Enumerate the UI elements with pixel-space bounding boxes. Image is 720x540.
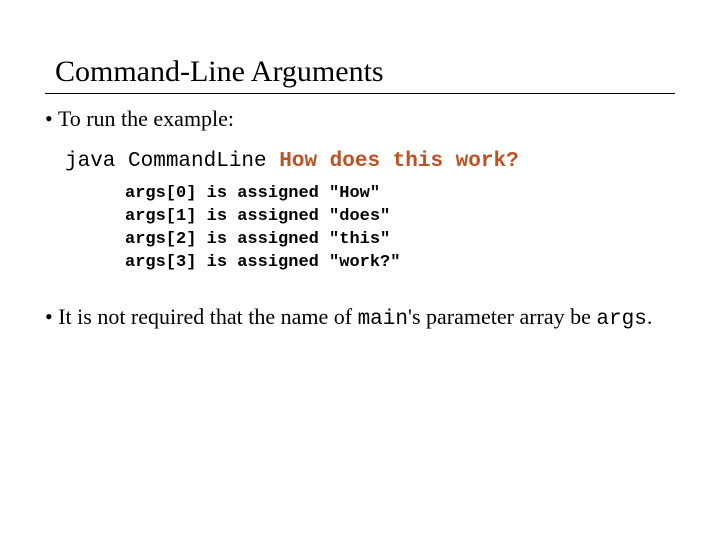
code-main: main [358, 308, 408, 331]
assign-row: args[2] is assigned "this" [125, 230, 390, 249]
command-args: How does this work? [279, 150, 518, 173]
assign-row: args[0] is assigned "How" [125, 184, 380, 203]
code-args: args [596, 308, 646, 331]
assign-row: args[1] is assigned "does" [125, 207, 390, 226]
assignment-block: args[0] is assigned "How" args[1] is ass… [45, 183, 675, 275]
bullet-note: It is not required that the name of main… [45, 303, 675, 333]
bullet-run-example: To run the example: [45, 106, 675, 132]
slide-title: Command-Line Arguments [45, 55, 675, 94]
command-line: java CommandLine How does this work? [45, 150, 675, 173]
assign-row: args[3] is assigned "work?" [125, 253, 400, 272]
command-prefix: java CommandLine [65, 150, 279, 173]
